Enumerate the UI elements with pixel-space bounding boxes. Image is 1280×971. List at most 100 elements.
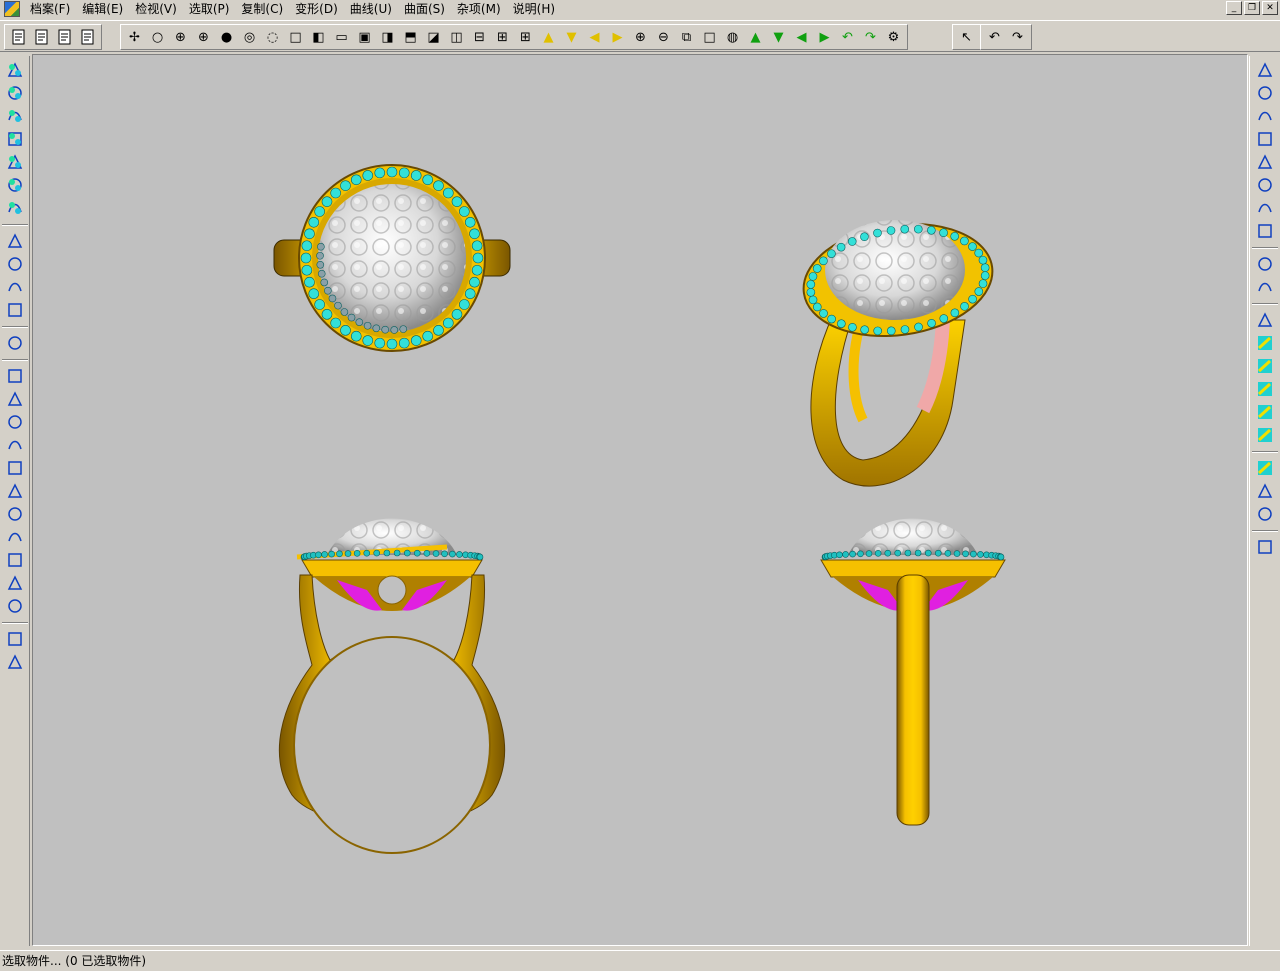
sketch-curve-icon[interactable] xyxy=(1255,129,1275,149)
circle-cross-icon[interactable]: ⊕ xyxy=(169,26,192,48)
open-folder-icon[interactable] xyxy=(30,26,53,48)
dotted-circle-icon[interactable]: ◌ xyxy=(261,26,284,48)
loop-icon[interactable] xyxy=(5,573,25,593)
menu-7[interactable]: 曲线(U) xyxy=(344,0,398,18)
cross-points-icon[interactable] xyxy=(5,333,25,353)
point-select-icon[interactable]: ✢ xyxy=(123,26,146,48)
menu-6[interactable]: 变形(D) xyxy=(289,0,344,18)
surface-blend-icon[interactable] xyxy=(1255,402,1275,422)
polyline-icon[interactable] xyxy=(1255,60,1275,80)
zoom-out-icon[interactable]: ⊖ xyxy=(652,26,675,48)
arrow-left-green-icon[interactable]: ◀ xyxy=(790,26,813,48)
split-horizontal-icon[interactable]: ⊟ xyxy=(468,26,491,48)
menu-5[interactable]: 复制(C) xyxy=(235,0,289,18)
zoom-window-icon[interactable]: ⧉ xyxy=(675,26,698,48)
zoom-in-icon[interactable]: ⊕ xyxy=(629,26,652,48)
mirror-icon[interactable] xyxy=(5,300,25,320)
circle-icon[interactable] xyxy=(1255,221,1275,241)
taper-bold-icon[interactable] xyxy=(5,435,25,455)
rotate-left-green-icon[interactable]: ↶ xyxy=(836,26,859,48)
surface-sweep-icon[interactable] xyxy=(1255,356,1275,376)
square-left-half-icon[interactable]: ◧ xyxy=(307,26,330,48)
square-outline-icon[interactable]: □ xyxy=(284,26,307,48)
twist-icon[interactable] xyxy=(5,389,25,409)
angle-icon[interactable] xyxy=(5,629,25,649)
menu-1[interactable]: 档案(F) xyxy=(24,0,76,18)
select-arrow-icon[interactable]: ↖ xyxy=(955,26,978,48)
arrow-down-green-icon[interactable]: ▼ xyxy=(767,26,790,48)
menu-9[interactable]: 杂项(M) xyxy=(451,0,507,18)
arc-icon[interactable] xyxy=(1255,277,1275,297)
square-top-icon[interactable]: ⬒ xyxy=(399,26,422,48)
render-icon[interactable]: ⚙ xyxy=(882,26,905,48)
arrow-up-green-icon[interactable]: ▲ xyxy=(744,26,767,48)
bend-icon[interactable] xyxy=(5,366,25,386)
control-points-icon[interactable] xyxy=(1255,198,1275,218)
split-quad-icon[interactable]: ⊞ xyxy=(491,26,514,48)
circle-outline-icon[interactable]: ○ xyxy=(146,26,169,48)
line-icon[interactable] xyxy=(1255,175,1275,195)
align-bottom-icon[interactable] xyxy=(5,652,25,672)
array-objects-icon[interactable] xyxy=(5,129,25,149)
point-icon[interactable] xyxy=(1255,481,1275,501)
bowtie-icon[interactable] xyxy=(5,550,25,570)
scale-objects-icon[interactable] xyxy=(5,106,25,126)
square-corner-icon[interactable]: ◪ xyxy=(422,26,445,48)
ellipse-icon[interactable] xyxy=(1255,254,1275,274)
zoom-dynamic-icon[interactable]: ◍ xyxy=(721,26,744,48)
surface-loft-icon[interactable] xyxy=(1255,310,1275,330)
zoom-extents-icon[interactable]: □ xyxy=(698,26,721,48)
plane-surface-icon[interactable] xyxy=(5,231,25,251)
arrow-down-yellow-icon[interactable]: ▼ xyxy=(560,26,583,48)
polar-array-icon[interactable] xyxy=(5,198,25,218)
help-pointer-icon[interactable] xyxy=(76,26,99,48)
taper-bold-small-icon[interactable] xyxy=(5,481,25,501)
menu-3[interactable]: 检视(V) xyxy=(129,0,183,18)
squiggle-icon[interactable] xyxy=(5,596,25,616)
menu-8[interactable]: 曲面(S) xyxy=(398,0,451,18)
arrow-right-green-icon[interactable]: ▶ xyxy=(813,26,836,48)
close-icon[interactable]: ✕ xyxy=(1262,1,1278,15)
filled-circle-icon[interactable]: ● xyxy=(215,26,238,48)
circle-grid-icon[interactable]: ⊕ xyxy=(192,26,215,48)
rectangle-points-icon[interactable] xyxy=(1255,152,1275,172)
surface-network-icon[interactable] xyxy=(1255,379,1275,399)
shear-bold-icon[interactable] xyxy=(5,527,25,547)
new-file-icon[interactable] xyxy=(7,26,30,48)
arrow-up-yellow-icon[interactable]: ▲ xyxy=(537,26,560,48)
menu-4[interactable]: 选取(P) xyxy=(183,0,236,18)
shear-icon[interactable] xyxy=(5,504,25,524)
rotate-right-green-icon[interactable]: ↷ xyxy=(859,26,882,48)
menu-10[interactable]: 说明(H) xyxy=(507,0,561,18)
menu-2[interactable]: 编辑(E) xyxy=(76,0,129,18)
curve-points-icon[interactable] xyxy=(1255,83,1275,103)
redo-icon[interactable]: ↷ xyxy=(1006,26,1029,48)
move-objects-icon[interactable] xyxy=(5,83,25,103)
surface-revolve-icon[interactable] xyxy=(1255,333,1275,353)
arrow-left-yellow-icon[interactable]: ◀ xyxy=(583,26,606,48)
interp-curve-icon[interactable] xyxy=(1255,106,1275,126)
restore-icon[interactable]: ❐ xyxy=(1244,1,1260,15)
ring-circle-icon[interactable]: ◎ xyxy=(238,26,261,48)
grid-array-icon[interactable] xyxy=(5,152,25,172)
taper-small-icon[interactable] xyxy=(5,458,25,478)
modeling-viewport[interactable] xyxy=(32,54,1248,946)
corner-icon[interactable] xyxy=(1255,504,1275,524)
select-points-icon[interactable] xyxy=(5,60,25,80)
duplicate-icon[interactable] xyxy=(1255,458,1275,478)
square-bottom-icon[interactable]: ▭ xyxy=(330,26,353,48)
surface-patch-icon[interactable] xyxy=(1255,425,1275,445)
square-bold-icon[interactable]: ▣ xyxy=(353,26,376,48)
rhino-app-icon[interactable] xyxy=(4,1,20,17)
split-vertical-icon[interactable]: ◫ xyxy=(445,26,468,48)
blank-icon[interactable] xyxy=(1255,537,1275,557)
taper-icon[interactable] xyxy=(5,412,25,432)
undo-icon[interactable]: ↶ xyxy=(983,26,1006,48)
save-icon[interactable] xyxy=(53,26,76,48)
extrude-icon[interactable] xyxy=(5,277,25,297)
box-frame-icon[interactable] xyxy=(5,254,25,274)
curve-array-icon[interactable] xyxy=(5,175,25,195)
minimize-icon[interactable]: _ xyxy=(1226,1,1242,15)
arrow-right-yellow-icon[interactable]: ▶ xyxy=(606,26,629,48)
square-right-half-icon[interactable]: ◨ xyxy=(376,26,399,48)
